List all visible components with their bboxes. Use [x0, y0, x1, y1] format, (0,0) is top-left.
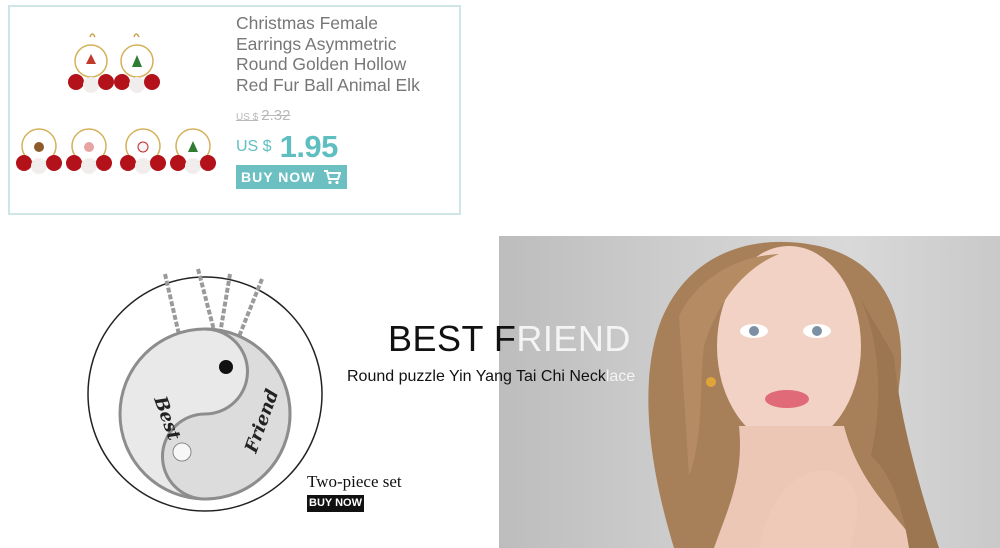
model-photo	[499, 236, 1000, 548]
original-price-amount: 2.32	[261, 107, 291, 124]
product-title[interactable]: Christmas Female Earrings Asymmetric Rou…	[236, 13, 458, 95]
earrings-product-image[interactable]	[12, 9, 227, 209]
buy-now-label: BUY NOW	[241, 169, 316, 185]
banner-subtitle-tail: lace	[605, 368, 636, 385]
banner-title: BEST FRIEND	[388, 318, 631, 360]
banner-subtitle-head: Round puzzle Yin Yang Tai Chi Neck	[347, 368, 606, 385]
banner-title-tail: RIEND	[516, 318, 631, 359]
shopping-cart-icon	[324, 170, 341, 185]
sale-price: US $ 1.95	[236, 129, 338, 165]
buy-now-button[interactable]: BUY NOW	[236, 165, 347, 189]
product-title-line: Earrings Asymmetric	[236, 33, 397, 54]
banner-subtitle: Round puzzle Yin Yang Tai Chi Necklace	[347, 368, 635, 386]
banner-buy-now-button[interactable]: BUY NOW	[307, 495, 364, 512]
model-portrait-image	[648, 241, 939, 548]
earring-row-bottom	[16, 128, 216, 174]
sale-price-amount: 1.95	[279, 129, 339, 164]
product-title-line: Round Golden Hollow	[236, 54, 407, 74]
original-price-currency: US $	[236, 112, 259, 123]
product-card[interactable]: Christmas Female Earrings Asymmetric Rou…	[8, 5, 461, 215]
set-label: Two-piece set	[307, 472, 402, 491]
product-title-line: Christmas Female	[236, 13, 378, 33]
sale-price-currency: US $	[236, 138, 272, 155]
necklace-banner[interactable]: Best Friend BEST FRIEND Round puzzle Yin…	[0, 236, 1000, 548]
earring-pair-top	[68, 33, 160, 93]
product-title-line: Red Fur Ball Animal Elk	[236, 74, 420, 95]
yin-yang-necklace-image: Best Friend	[87, 268, 323, 512]
original-price: US $2.32	[236, 107, 290, 125]
banner-title-head: BEST F	[388, 318, 517, 359]
